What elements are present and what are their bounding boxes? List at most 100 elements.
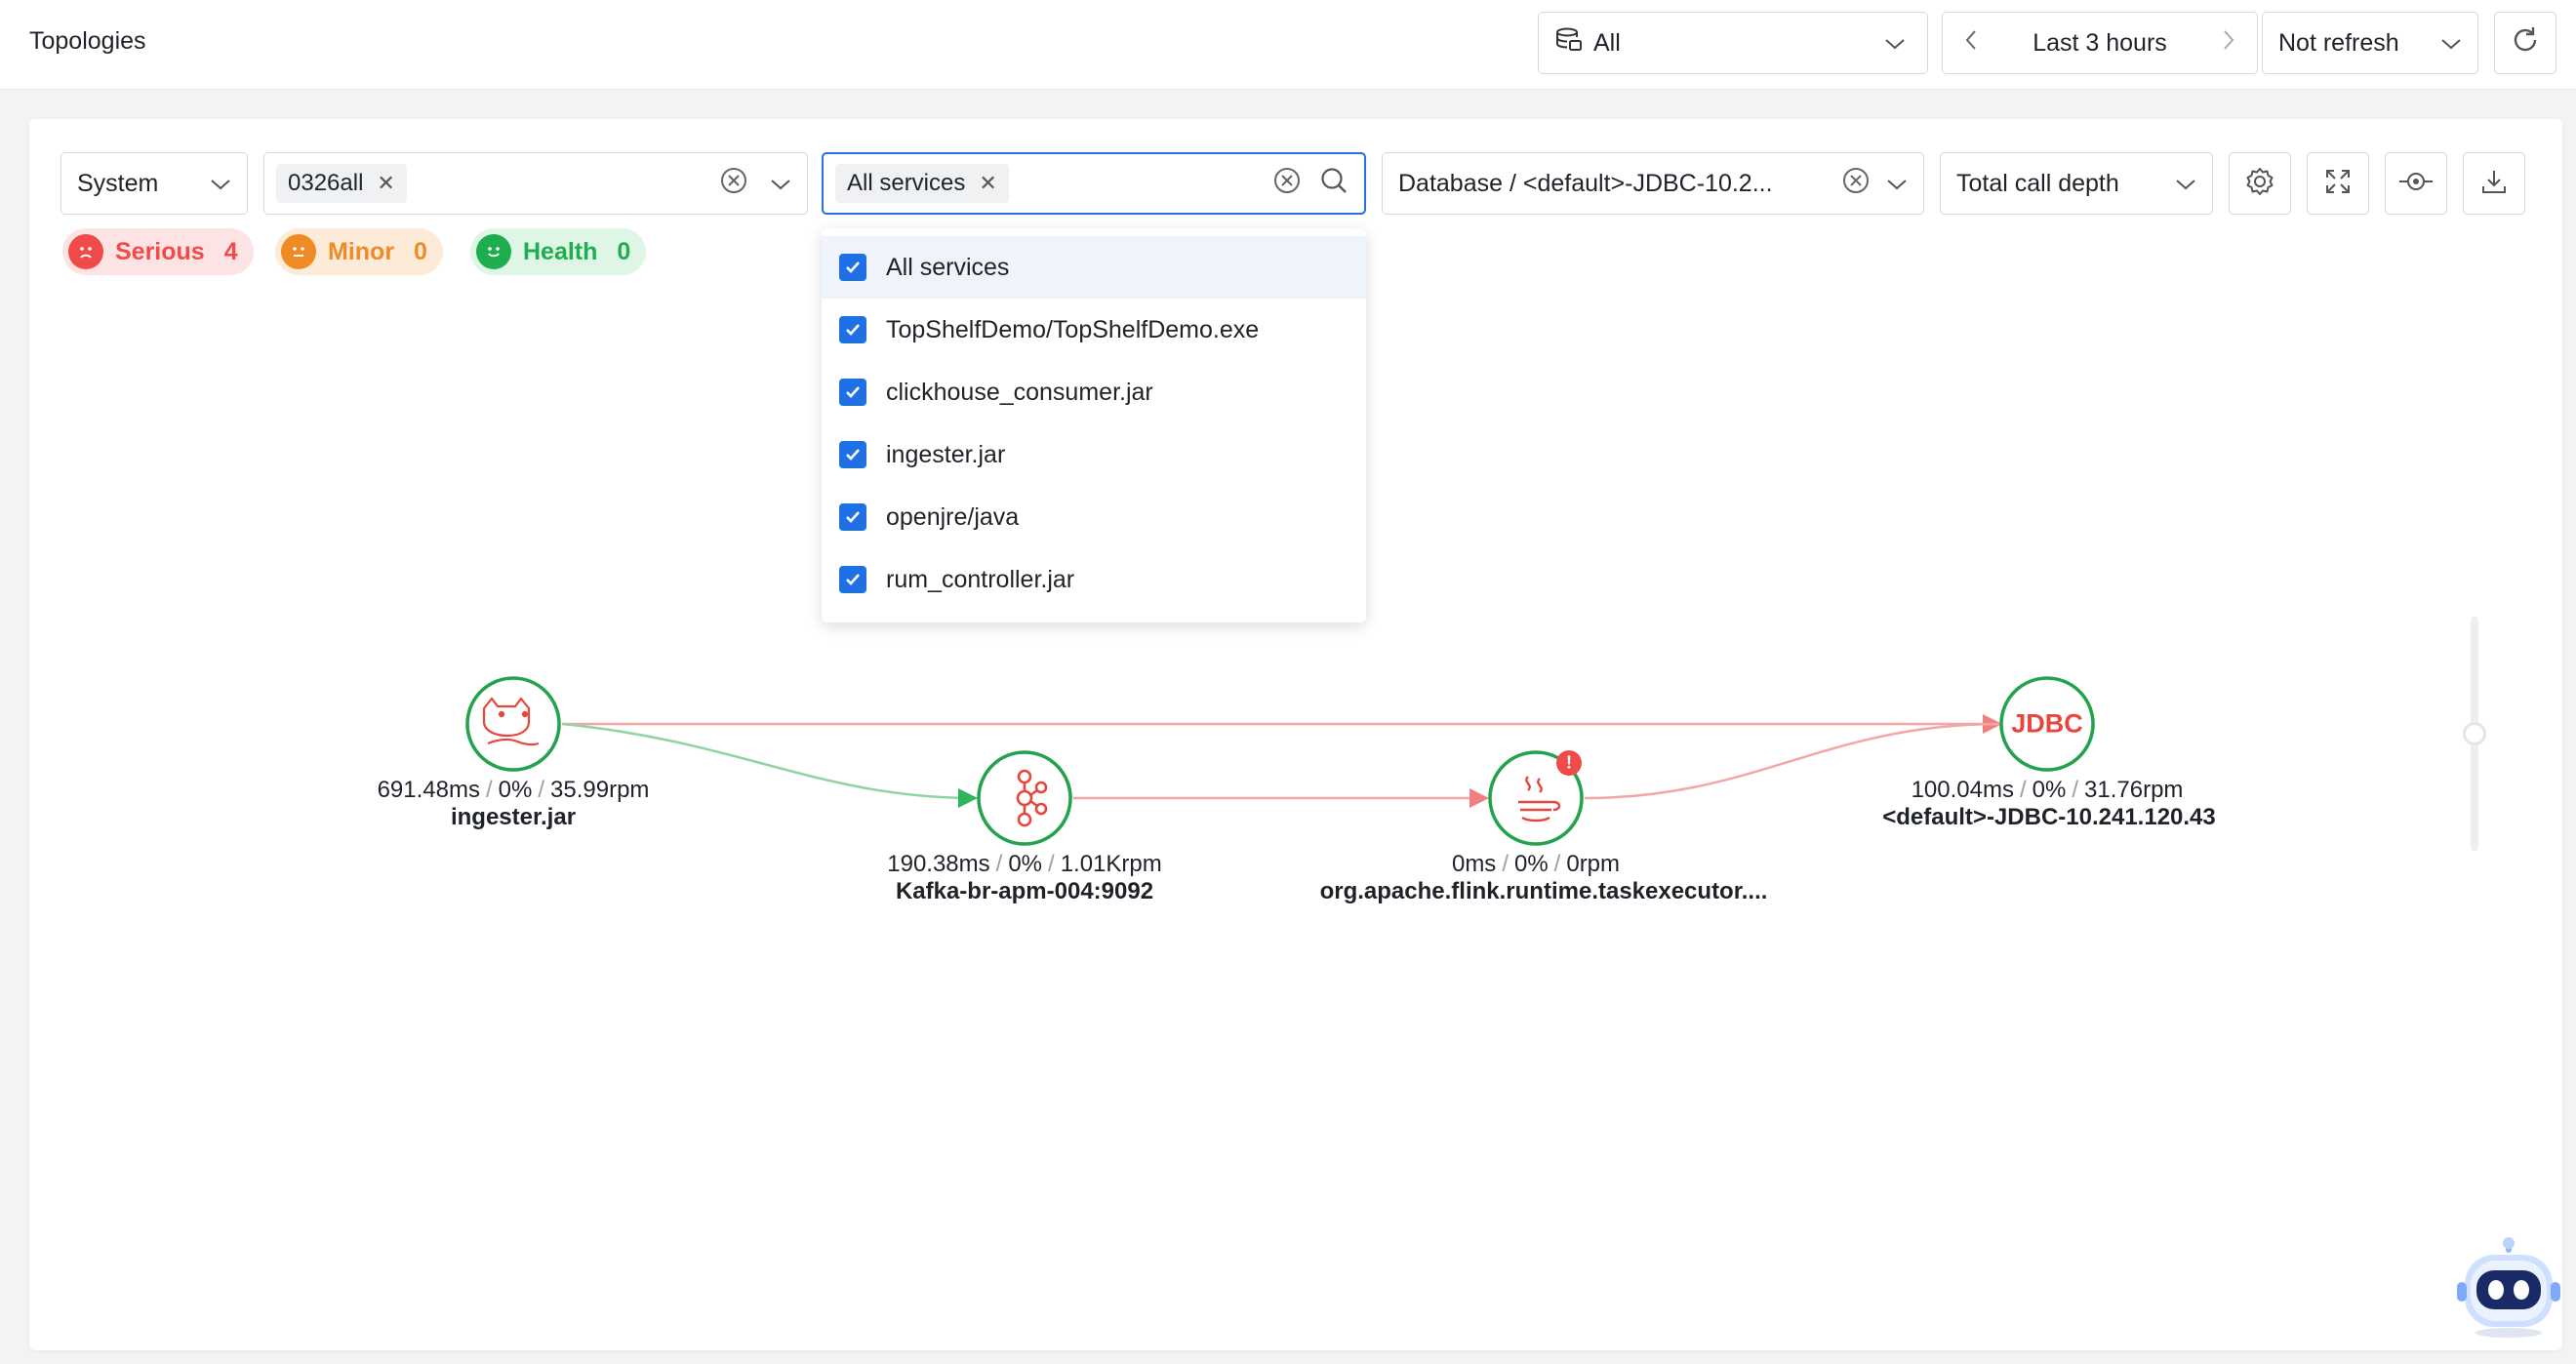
sad-face-icon <box>68 234 103 269</box>
service-option[interactable]: openjre/java <box>822 486 1366 548</box>
robot-icon <box>2457 1237 2560 1338</box>
jdbc-icon: JDBC <box>2011 708 2083 739</box>
node-jdbc-metrics: 100.04ms/0%/31.76rpm <box>1911 777 2184 803</box>
minor-count: 0 <box>414 237 427 265</box>
page-title: Topologies <box>29 27 146 55</box>
service-tag: All services ✕ <box>835 164 1009 203</box>
environment-select-value: All <box>1593 28 1621 57</box>
node-latency: 100.04ms <box>1911 777 2014 803</box>
service-option-label: TopShelfDemo/TopShelfDemo.exe <box>886 315 1260 343</box>
serious-status-pill[interactable]: Serious 4 <box>62 228 254 275</box>
system-select-value: System <box>77 169 159 197</box>
service-option-label: All services <box>886 253 1010 281</box>
top-bar: Topologies All Last 3 hours Not refresh <box>0 0 2576 90</box>
minor-label: Minor <box>328 237 395 265</box>
settings-button[interactable] <box>2229 152 2291 215</box>
service-option[interactable]: All services <box>822 236 1366 299</box>
search-icon[interactable] <box>1319 166 1348 202</box>
tag-close-icon[interactable]: ✕ <box>377 173 394 194</box>
node-throughput: 31.76rpm <box>2084 777 2184 803</box>
service-option[interactable]: clickhouse_consumer.jar <box>822 361 1366 423</box>
node-flink-name[interactable]: org.apache.flink.runtime.taskexecutor...… <box>1320 878 1768 905</box>
node-latency: 190.38ms <box>887 851 990 877</box>
service-option-label: clickhouse_consumer.jar <box>886 378 1153 406</box>
environment-select[interactable]: All <box>1538 12 1928 74</box>
refresh-icon <box>2510 24 2541 62</box>
service-option-label: rum_controller.jar <box>886 565 1075 593</box>
chevron-down-icon <box>2440 29 2462 58</box>
fullscreen-button[interactable] <box>2307 152 2369 215</box>
health-count: 0 <box>617 237 631 265</box>
node-kafka-metrics: 190.38ms/0%/1.01Krpm <box>887 851 1162 877</box>
expand-icon <box>2323 167 2353 201</box>
smile-face-icon <box>476 234 511 269</box>
node-throughput: 1.01Krpm <box>1060 851 1162 877</box>
checkbox-checked-icon[interactable] <box>839 566 866 593</box>
node-link-icon <box>2397 170 2435 198</box>
serious-count: 4 <box>223 237 238 265</box>
checkbox-checked-icon[interactable] <box>839 254 866 281</box>
time-range-picker[interactable]: Last 3 hours <box>1942 12 2258 74</box>
alert-badge-mark: ! <box>1566 752 1572 773</box>
node-latency: 0ms <box>1451 851 1497 877</box>
node-kafka-name[interactable]: Kafka-br-apm-004:9092 <box>896 878 1153 905</box>
tag-close-icon[interactable]: ✕ <box>979 173 996 194</box>
node-error-rate: 0% <box>1513 851 1549 877</box>
minor-status-pill[interactable]: Minor 0 <box>275 228 443 275</box>
neutral-face-icon <box>281 234 316 269</box>
service-option-label: openjre/java <box>886 502 1020 531</box>
service-select[interactable]: All services ✕ <box>822 152 1366 215</box>
health-status-pill[interactable]: Health 0 <box>470 228 647 275</box>
clear-icon[interactable] <box>1272 166 1302 202</box>
checkbox-checked-icon[interactable] <box>839 441 866 468</box>
service-tag-label: All services <box>847 170 966 196</box>
refresh-interval-value: Not refresh <box>2278 28 2399 57</box>
service-dropdown-menu: All services TopShelfDemo/TopShelfDemo.e… <box>822 228 1366 622</box>
refresh-button[interactable] <box>2494 12 2556 74</box>
call-depth-value: Total call depth <box>1956 169 2119 197</box>
gear-icon <box>2244 166 2275 202</box>
refresh-interval-select[interactable]: Not refresh <box>2262 12 2478 74</box>
node-error-rate: 0% <box>2032 777 2067 803</box>
node-error-rate: 0% <box>1008 851 1043 877</box>
chevron-left-icon[interactable] <box>1964 29 1978 58</box>
database-select-value: Database / <default>-JDBC-10.2... <box>1398 169 1773 197</box>
checkbox-checked-icon[interactable] <box>839 503 866 531</box>
download-icon <box>2479 167 2509 201</box>
zoom-slider-handle[interactable] <box>2463 722 2486 745</box>
service-option[interactable]: ingester.jar <box>822 423 1366 486</box>
checkbox-checked-icon[interactable] <box>839 316 866 343</box>
system-instance-tag-label: 0326all <box>288 170 364 196</box>
system-select[interactable]: System <box>60 152 248 215</box>
node-ingester-name[interactable]: ingester.jar <box>451 804 576 831</box>
node-ingester-metrics: 691.48ms/0%/35.99rpm <box>377 777 650 803</box>
node-throughput: 0rpm <box>1566 851 1621 877</box>
layout-toggle-button[interactable] <box>2385 152 2447 215</box>
time-range-value: Last 3 hours <box>2033 28 2167 57</box>
chevron-down-icon <box>1884 29 1906 58</box>
service-option-label: ingester.jar <box>886 440 1006 468</box>
node-latency: 691.48ms <box>377 777 480 803</box>
node-throughput: 35.99rpm <box>550 777 650 803</box>
download-button[interactable] <box>2463 152 2525 215</box>
chevron-down-icon <box>1886 170 1908 198</box>
call-depth-select[interactable]: Total call depth <box>1940 152 2213 215</box>
node-flink-metrics: 0ms/0%/0rpm <box>1451 851 1621 877</box>
chevron-right-icon[interactable] <box>2222 29 2235 58</box>
clear-icon[interactable] <box>1841 166 1871 202</box>
database-select[interactable]: Database / <default>-JDBC-10.2... <box>1382 152 1924 215</box>
database-stack-icon <box>1554 25 1584 61</box>
clear-icon[interactable] <box>719 166 748 202</box>
assistant-robot-button[interactable] <box>2455 1237 2562 1339</box>
service-option[interactable]: TopShelfDemo/TopShelfDemo.exe <box>822 299 1366 361</box>
service-option[interactable]: rum_controller.jar <box>822 548 1366 611</box>
node-error-rate: 0% <box>498 777 533 803</box>
system-instance-tag: 0326all ✕ <box>276 164 407 203</box>
chevron-down-icon <box>2175 170 2196 198</box>
serious-label: Serious <box>115 237 205 265</box>
checkbox-checked-icon[interactable] <box>839 379 866 406</box>
system-instance-select[interactable]: 0326all ✕ <box>263 152 808 215</box>
health-label: Health <box>523 237 598 265</box>
chevron-down-icon <box>210 170 231 198</box>
node-jdbc-name[interactable]: <default>-JDBC-10.241.120.43 <box>1882 804 2216 831</box>
